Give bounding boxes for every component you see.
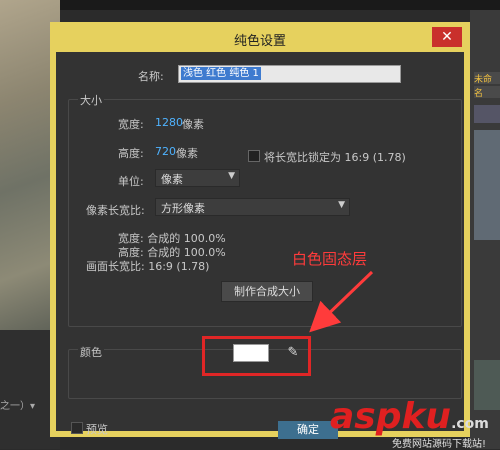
right-panel-thumbnail: [474, 130, 500, 240]
units-dropdown-value: 像素: [161, 173, 183, 186]
close-button[interactable]: ✕: [432, 27, 462, 47]
eyedropper-icon[interactable]: ✎: [285, 345, 301, 361]
name-label: 名称:: [138, 70, 164, 83]
width-value[interactable]: 1280: [155, 116, 183, 129]
ok-button[interactable]: 确定: [278, 421, 338, 439]
color-group-label: 颜色: [78, 344, 104, 360]
units-dropdown[interactable]: 像素 ▼: [155, 169, 240, 187]
frame-aspect-info: 画面长宽比: 16:9 (1.78): [86, 260, 210, 273]
dialog-title: 纯色设置: [233, 34, 286, 49]
height-label: 高度:: [118, 147, 144, 160]
width-unit: 像素: [182, 118, 204, 131]
size-group-label: 大小: [78, 92, 104, 108]
right-panel-header: [474, 105, 500, 123]
preview-label: 预览: [86, 423, 108, 436]
chevron-down-icon: ▼: [338, 200, 345, 210]
lock-aspect-label: 将长宽比锁定为 16:9 (1.78): [264, 151, 406, 164]
make-comp-size-button[interactable]: 制作合成大小: [221, 281, 313, 302]
pixel-aspect-label: 像素长宽比:: [86, 204, 145, 217]
color-swatch[interactable]: [233, 344, 269, 362]
app-top-bar: [0, 0, 500, 10]
name-input[interactable]: 浅色 红色 纯色 1: [178, 65, 401, 83]
name-input-value: 浅色 红色 纯色 1: [181, 67, 261, 80]
close-icon: ✕: [441, 29, 453, 45]
watermark-logo: aspku.com 免费网站源码下载站!: [330, 397, 500, 450]
project-tab[interactable]: 未命: [474, 72, 500, 84]
dialog-title-bar[interactable]: 纯色设置 ✕: [50, 22, 470, 52]
lock-aspect-checkbox[interactable]: [248, 150, 260, 162]
pixel-aspect-dropdown-value: 方形像素: [161, 202, 205, 215]
annotation-label: 白色固态层: [292, 250, 368, 268]
height-value[interactable]: 720: [155, 145, 176, 158]
timeline-dropdown[interactable]: 之一）▾: [0, 397, 52, 412]
preview-checkbox[interactable]: [71, 422, 83, 434]
pixel-aspect-dropdown[interactable]: 方形像素 ▼: [155, 198, 350, 216]
units-label: 单位:: [118, 175, 144, 188]
project-tab-2[interactable]: 名: [474, 86, 500, 98]
width-label: 宽度:: [118, 118, 144, 131]
height-unit: 像素: [176, 147, 198, 160]
watermark-subtext: 免费网站源码下载站!: [392, 439, 487, 450]
chevron-down-icon: ▼: [228, 171, 235, 181]
